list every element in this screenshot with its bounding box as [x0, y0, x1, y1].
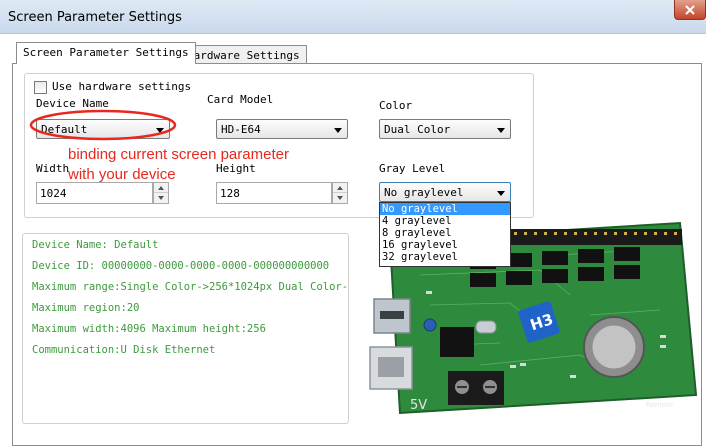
- height-spinner[interactable]: [332, 182, 348, 204]
- width-label: Width: [36, 162, 70, 175]
- info-communication: Communication:U Disk Ethernet: [32, 344, 216, 356]
- info-maximum-range: Maximum range:Single Color->256*1024px D…: [32, 281, 349, 293]
- color-select[interactable]: Dual Color: [379, 119, 511, 139]
- gray-level-select[interactable]: No graylevel: [379, 182, 511, 202]
- annotation-line-2: with your device: [68, 166, 176, 183]
- highlight-oval: [29, 109, 177, 141]
- gray-level-value: No graylevel: [384, 186, 464, 199]
- terminal-label: 5V: [410, 398, 427, 413]
- chevron-down-icon: [334, 128, 342, 133]
- annotation-line-1: binding current screen parameter: [68, 146, 289, 163]
- gray-level-option[interactable]: 32 graylevel: [380, 251, 510, 263]
- info-maximum-region: Maximum region:20: [32, 302, 140, 314]
- height-label: Height: [216, 162, 256, 175]
- color-label: Color: [379, 99, 413, 112]
- gray-level-option[interactable]: 16 graylevel: [380, 239, 510, 251]
- remote-label: Remote: [646, 401, 673, 409]
- device-info-panel: Device Name: Default Device ID: 00000000…: [22, 233, 349, 424]
- color-value: Dual Color: [384, 123, 451, 136]
- close-button[interactable]: [674, 0, 706, 20]
- gray-level-option[interactable]: 8 graylevel: [380, 227, 510, 239]
- width-spinner[interactable]: [153, 182, 169, 204]
- close-icon: [685, 4, 695, 15]
- use-hardware-settings-label: Use hardware settings: [52, 80, 192, 93]
- gray-level-dropdown: No graylevel 4 graylevel 8 graylevel 16 …: [379, 202, 511, 267]
- tab-hardware-settings[interactable]: Hardware Settings: [180, 45, 307, 64]
- gray-level-label: Gray Level: [379, 162, 446, 175]
- spin-down-icon: [337, 196, 343, 200]
- height-input[interactable]: 128: [216, 182, 332, 204]
- card-model-value: HD-E64: [221, 123, 261, 136]
- spin-down-icon: [158, 196, 164, 200]
- window-title: Screen Parameter Settings: [8, 10, 182, 25]
- info-device-id: Device ID: 00000000-0000-0000-0000-00000…: [32, 260, 330, 272]
- width-input[interactable]: 1024: [36, 182, 153, 204]
- chevron-down-icon: [497, 128, 505, 133]
- card-model-label: Card Model: [207, 93, 274, 106]
- title-bar: Screen Parameter Settings: [0, 0, 706, 34]
- card-model-select[interactable]: HD-E64: [216, 119, 348, 139]
- chevron-down-icon: [497, 191, 505, 196]
- use-hardware-settings-checkbox[interactable]: [34, 81, 47, 94]
- tab-screen-parameter-settings[interactable]: Screen Parameter Settings: [16, 42, 196, 64]
- info-device-name: Device Name: Default: [32, 239, 159, 251]
- gray-level-option[interactable]: 4 graylevel: [380, 215, 510, 227]
- info-maximum-size: Maximum width:4096 Maximum height:256: [32, 323, 266, 335]
- spin-up-icon: [158, 185, 164, 190]
- spin-up-icon: [337, 185, 343, 190]
- gray-level-option[interactable]: No graylevel: [380, 203, 510, 215]
